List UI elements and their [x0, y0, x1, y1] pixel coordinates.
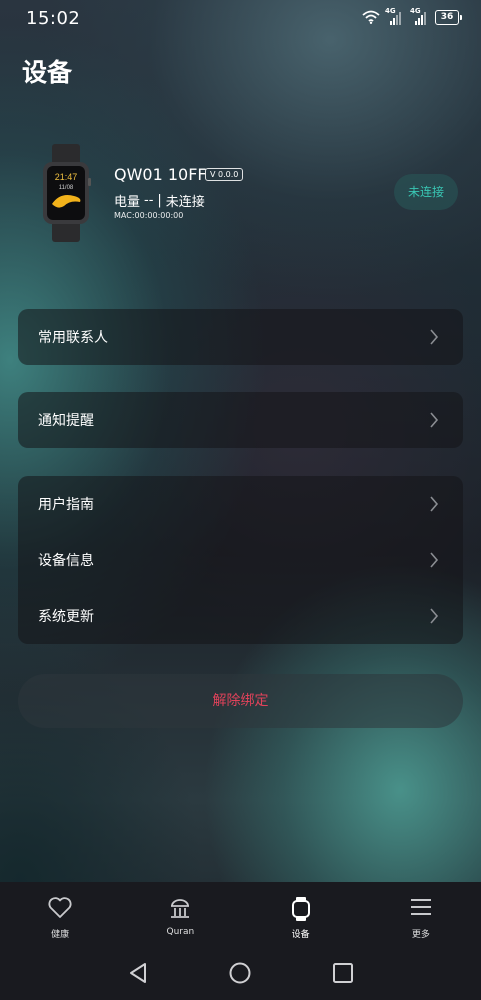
wifi-icon [362, 10, 380, 24]
unbind-button[interactable]: 解除绑定 [18, 674, 463, 728]
nav-item-quran[interactable]: Quran [120, 882, 240, 942]
nav-item-health[interactable]: 健康 [0, 882, 120, 942]
version-badge: V 0.0.0 [205, 168, 244, 181]
menu-item-contacts[interactable]: 常用联系人 [18, 309, 463, 365]
signal-icon-sim1: 4G [385, 7, 405, 25]
menu-item-label: 系统更新 [38, 609, 94, 625]
chevron-right-icon [430, 412, 439, 428]
chevron-right-icon [430, 496, 439, 512]
bottom-nav: 健康 Quran 设备 更多 [0, 882, 481, 942]
page-title: 设备 [22, 58, 73, 87]
menu-item-notifications[interactable]: 通知提醒 [18, 392, 463, 448]
chevron-right-icon [430, 552, 439, 568]
recents-icon[interactable] [332, 962, 354, 984]
power-label: 电量 [114, 195, 141, 210]
power-row: 电量 -- | 未连接 [114, 191, 205, 210]
connect-button[interactable]: 未连接 [394, 174, 458, 210]
separator: | [157, 193, 162, 208]
chevron-right-icon [430, 608, 439, 624]
nav-item-more[interactable]: 更多 [361, 882, 481, 942]
nav-label: 健康 [51, 930, 70, 940]
menu-item-device-info[interactable]: 设备信息 [18, 532, 463, 588]
nav-label: 更多 [411, 930, 430, 940]
nav-label: Quran [166, 927, 195, 937]
nav-item-device[interactable]: 设备 [241, 882, 361, 942]
watch-date: 11/08 [59, 185, 74, 191]
nav-label: 设备 [291, 930, 310, 940]
menu-item-user-guide[interactable]: 用户指南 [18, 476, 463, 532]
mosque-icon [171, 899, 190, 918]
home-icon[interactable] [229, 962, 251, 984]
signal-icon-sim2: 4G [410, 7, 430, 25]
menu-group-contacts: 常用联系人 [18, 309, 463, 365]
battery-icon: 36 [435, 9, 462, 25]
menu-item-label: 通知提醒 [38, 413, 94, 429]
heart-icon [48, 897, 72, 918]
menu-item-label: 常用联系人 [38, 330, 108, 346]
system-nav-bar [0, 942, 481, 1000]
back-icon[interactable] [127, 962, 149, 984]
menu-item-system-update[interactable]: 系统更新 [18, 588, 463, 644]
status-bar: 15:02 4G 4G 36 [0, 0, 481, 36]
menu-group-notifications: 通知提醒 [18, 392, 463, 448]
chevron-right-icon [430, 329, 439, 345]
watch-icon [291, 897, 310, 921]
connection-status: 未连接 [165, 195, 205, 210]
menu-icon [410, 899, 431, 915]
menu-item-label: 设备信息 [38, 553, 94, 569]
mac-address: MAC:00:00:00:00 [114, 211, 184, 220]
menu-group-info: 用户指南 设备信息 系统更新 [18, 476, 463, 644]
menu-item-label: 用户指南 [38, 497, 94, 513]
watch-time: 21:47 [55, 172, 78, 182]
smartwatch-image: 21:47 11/08 [43, 144, 91, 242]
device-name: QW01 10FF [114, 165, 207, 184]
status-icons: 4G 4G 36 [362, 7, 462, 25]
power-value: -- [144, 193, 154, 208]
status-time: 15:02 [26, 8, 81, 29]
device-card[interactable]: 21:47 11/08 QW01 10FF V 0.0.0 电量 -- | 未连… [18, 140, 462, 250]
